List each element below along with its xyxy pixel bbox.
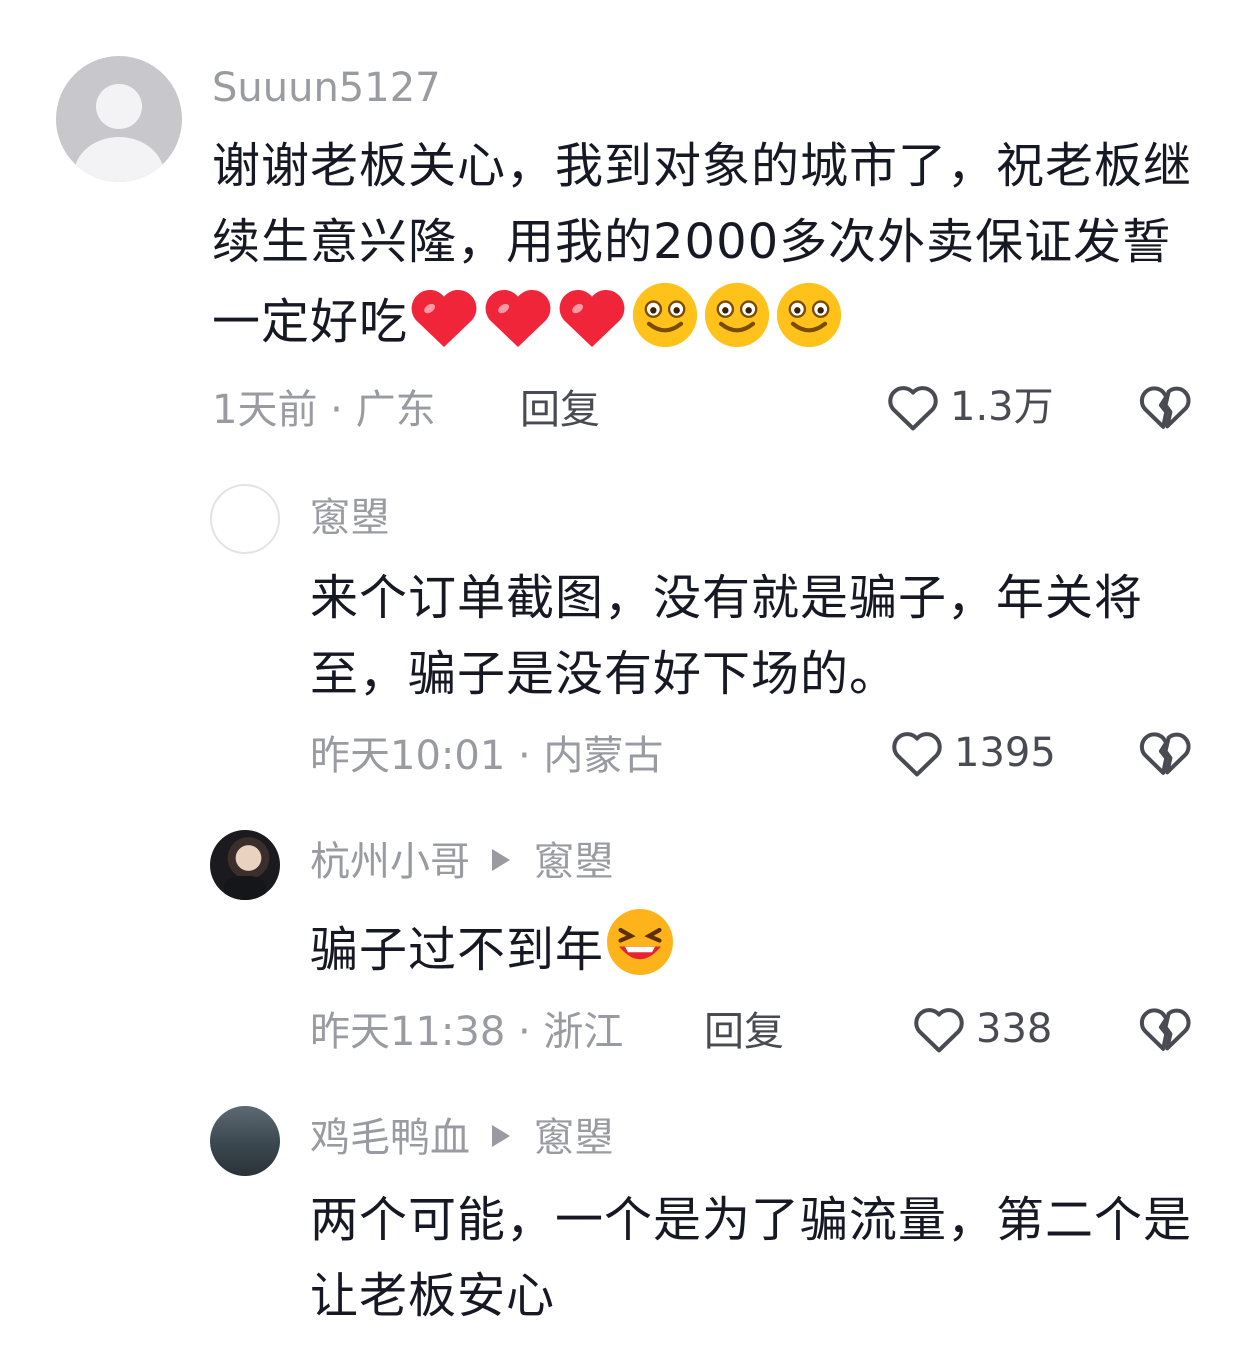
dislike-button[interactable]: [1138, 382, 1192, 436]
comment-text: 来个订单截图，没有就是骗子，年关将至，骗子是没有好下场的。: [310, 570, 1144, 702]
avatar[interactable]: [210, 830, 280, 900]
reply-target-username[interactable]: 窻曌: [534, 839, 614, 885]
smile-emoji: [774, 280, 844, 350]
avatar[interactable]: [210, 484, 280, 554]
broken-heart-icon: [1138, 382, 1192, 432]
username[interactable]: 鸡毛鸭血: [310, 1115, 470, 1161]
avatar[interactable]: [210, 1106, 280, 1176]
like-button[interactable]: 1.3万: [886, 382, 1054, 432]
like-button[interactable]: 338: [912, 1004, 1052, 1054]
like-count: 1.3万: [950, 384, 1054, 430]
broken-heart-icon: [1138, 728, 1192, 778]
reply-button[interactable]: 回复: [520, 390, 600, 430]
comment-time-location: 1天前 · 广东: [212, 387, 436, 433]
username[interactable]: 杭州小哥: [310, 839, 470, 885]
avatar[interactable]: [56, 56, 182, 182]
comment-text: 谢谢老板关心，我到对象的城市了，祝老板继续生意兴隆，用我的2000多次外卖保证发…: [212, 138, 1193, 350]
laughing-emoji: [604, 906, 676, 978]
username-line: 杭州小哥 窻曌: [310, 842, 614, 882]
comment-text: 骗子过不到年: [310, 906, 1210, 988]
dislike-button[interactable]: [1138, 1004, 1192, 1058]
heart-outline-icon: [890, 728, 944, 778]
like-button[interactable]: 1395: [890, 728, 1056, 778]
username[interactable]: Suuun5127: [212, 68, 441, 108]
like-count: 338: [976, 1006, 1053, 1052]
heart-emoji: [556, 284, 628, 350]
heart-outline-icon: [912, 1004, 966, 1054]
broken-heart-icon: [1138, 1004, 1192, 1054]
heart-emoji: [482, 284, 554, 350]
comment-time-location: 昨天11:38 · 浙江: [310, 1009, 624, 1055]
username[interactable]: 窻曌: [310, 498, 390, 538]
heart-emoji: [408, 284, 480, 350]
reply-target-username[interactable]: 窻曌: [534, 1115, 614, 1161]
smile-emoji: [702, 280, 772, 350]
dislike-button[interactable]: [1138, 728, 1192, 782]
reply-arrow-icon: [492, 1125, 510, 1147]
username-line: 鸡毛鸭血 窻曌: [310, 1118, 614, 1158]
like-count: 1395: [954, 730, 1056, 776]
smile-emoji: [630, 280, 700, 350]
reply-arrow-icon: [492, 849, 510, 871]
reply-button[interactable]: 回复: [704, 1012, 784, 1052]
comment-text: 两个可能，一个是为了骗流量，第二个是让老板安心: [310, 1192, 1193, 1324]
comment-time-location: 昨天10:01 · 内蒙古: [310, 733, 664, 779]
heart-outline-icon: [886, 382, 940, 432]
